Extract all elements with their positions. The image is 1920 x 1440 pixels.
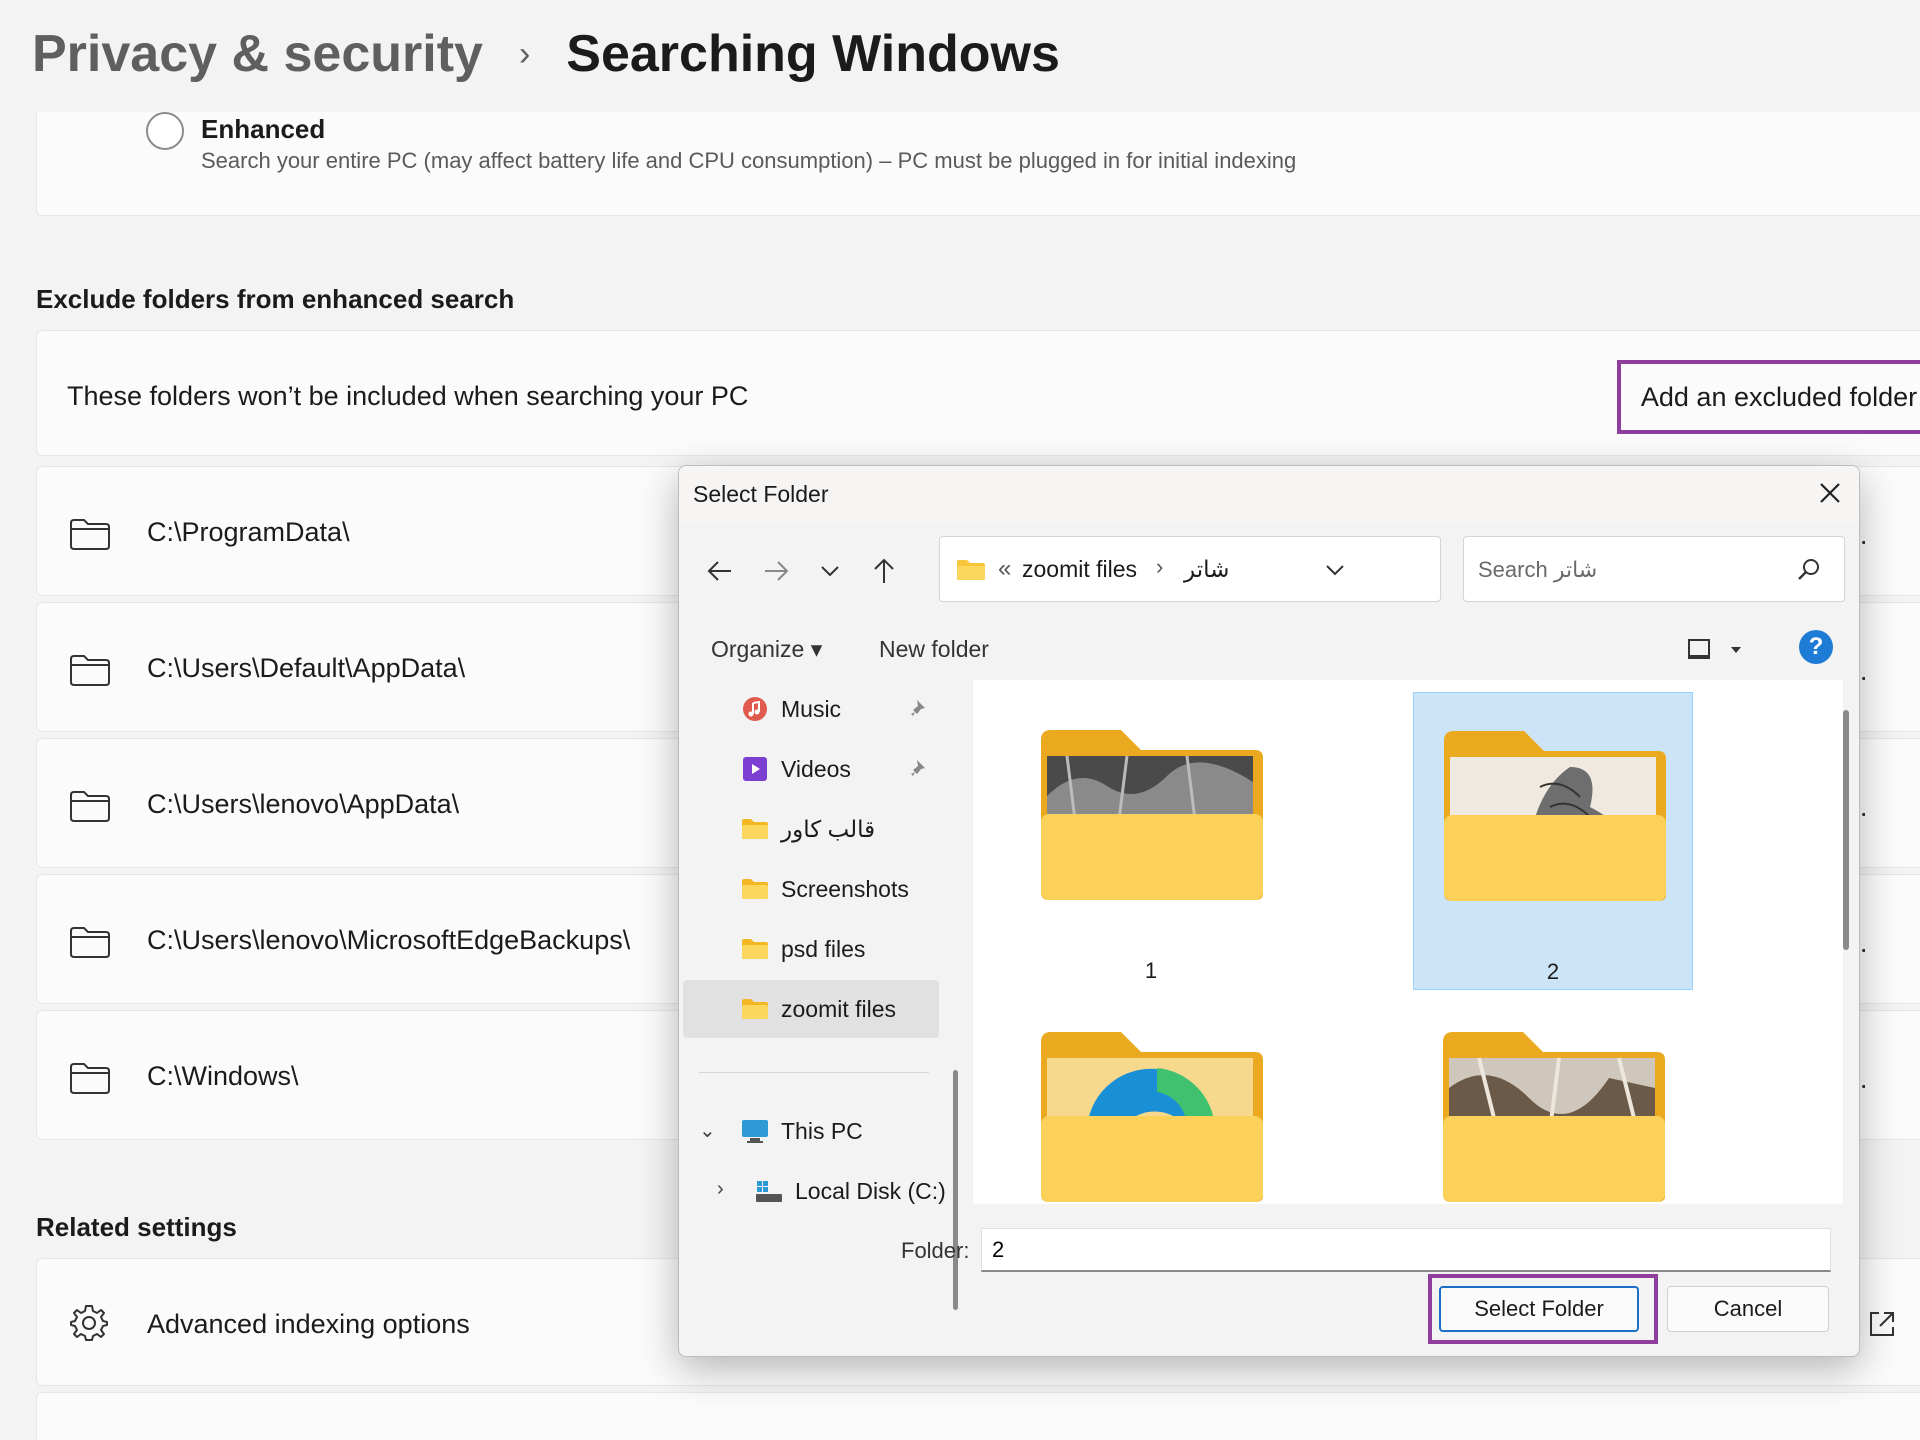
nav-item-label: Videos <box>781 756 851 782</box>
dialog-titlebar[interactable]: Select Folder <box>679 466 1859 522</box>
folder-outline-icon <box>70 1063 110 1094</box>
enhanced-description: Search your entire PC (may affect batter… <box>201 148 1297 173</box>
excluded-folder-path: C:\ProgramData\ <box>147 517 350 547</box>
enhanced-radio[interactable] <box>146 112 184 150</box>
nav-item-label: zoomit files <box>781 996 897 1022</box>
folder-tile-label: 1 <box>1144 958 1158 983</box>
enhanced-title: Enhanced <box>201 114 326 144</box>
nav-item-zoomit-files[interactable]: zoomit files <box>683 980 939 1038</box>
forward-arrow-icon[interactable] <box>761 556 791 586</box>
exclude-description: These folders won’t be included when sea… <box>67 381 749 411</box>
nav-item-label: قالب کاور <box>781 816 876 842</box>
folder-thumbnail-icon <box>1041 730 1263 900</box>
folder-outline-icon <box>70 655 110 686</box>
folder-tile-selected[interactable]: 2 <box>1413 692 1693 990</box>
folder-icon <box>742 819 768 839</box>
pin-icon[interactable] <box>909 698 929 718</box>
folder-tile-label: 2 <box>1546 959 1560 984</box>
cancel-button[interactable]: Cancel <box>1667 1286 1829 1332</box>
folder-thumbnail-icon <box>1444 731 1666 901</box>
chevron-down-icon[interactable] <box>1322 557 1348 583</box>
exclude-folders-card: These folders won’t be included when sea… <box>36 330 1920 456</box>
address-separator[interactable]: › <box>1156 554 1163 580</box>
folder-name-input[interactable] <box>981 1228 1831 1272</box>
nav-item-label: psd files <box>781 936 866 962</box>
folder-thumbnail-icon <box>1443 1032 1665 1202</box>
breadcrumb: Privacy & security › Searching Windows <box>32 24 1060 84</box>
folder-thumbnail-icon <box>1041 1032 1263 1202</box>
back-arrow-icon[interactable] <box>705 556 735 586</box>
address-segment[interactable]: شاتر <box>1184 556 1229 583</box>
folder-outline-icon <box>70 519 110 550</box>
more-options-icon[interactable]: · <box>1859 797 1868 829</box>
nav-item-music[interactable]: Music <box>683 680 939 738</box>
select-folder-dialog: Select Folder « zoomit files › شاتر Sear… <box>678 465 1860 1357</box>
folder-icon <box>742 939 768 959</box>
add-excluded-folder-button[interactable]: Add an excluded folder <box>1617 360 1920 434</box>
help-icon[interactable]: ? <box>1799 630 1833 664</box>
nav-item-this-pc[interactable]: ⌄ This PC <box>683 1102 939 1160</box>
nav-item-local-disk[interactable]: › Local Disk (C:) <box>683 1162 946 1220</box>
breadcrumb-parent[interactable]: Privacy & security <box>32 24 483 84</box>
chevron-down-icon[interactable]: ⌄ <box>699 1118 716 1143</box>
up-arrow-icon[interactable] <box>869 556 899 586</box>
exclude-section-title: Exclude folders from enhanced search <box>36 284 515 314</box>
search-icon <box>1798 559 1819 580</box>
related-section-title: Related settings <box>36 1212 237 1242</box>
pin-icon[interactable] <box>909 758 929 778</box>
folder-icon <box>957 560 985 580</box>
nav-item-videos[interactable]: Videos <box>683 740 939 798</box>
close-icon[interactable] <box>1817 480 1843 506</box>
address-overflow[interactable]: « <box>998 555 1011 583</box>
external-link-icon <box>1870 1312 1894 1336</box>
view-options-icon[interactable] <box>1687 636 1747 662</box>
excluded-folder-path: C:\Users\lenovo\MicrosoftEdgeBackups\ <box>147 925 631 955</box>
search-input[interactable]: Search شاتر <box>1463 536 1845 602</box>
excluded-folder-path: C:\Users\lenovo\AppData\ <box>147 789 460 819</box>
nav-item-label: Screenshots <box>781 876 909 902</box>
folder-content-pane: 1 2 <box>973 680 1843 1204</box>
more-options-icon[interactable]: · <box>1859 525 1868 557</box>
more-options-icon[interactable]: · <box>1859 933 1868 965</box>
computer-icon <box>742 1120 768 1143</box>
new-folder-button[interactable]: New folder <box>879 636 989 663</box>
chevron-down-icon[interactable] <box>815 556 845 586</box>
music-icon <box>743 697 767 721</box>
more-options-icon[interactable]: · <box>1859 661 1868 693</box>
nav-item-label: This PC <box>781 1118 863 1144</box>
folder-outline-icon <box>70 927 110 958</box>
nav-scrollbar[interactable] <box>953 1070 958 1310</box>
nav-item-label: Music <box>781 696 842 722</box>
folder-tile[interactable]: 1 <box>1011 692 1291 990</box>
chevron-right-icon[interactable]: › <box>717 1178 724 1201</box>
nav-divider <box>699 1072 929 1073</box>
navigation-pane: Music Videos قالب کاور Screenshots psd f… <box>679 680 971 1310</box>
content-scrollbar[interactable] <box>1843 710 1849 950</box>
advanced-indexing-label: Advanced indexing options <box>147 1309 470 1339</box>
breadcrumb-chevron-icon: › <box>518 34 531 73</box>
nav-item-psd-files[interactable]: psd files <box>683 920 939 978</box>
folder-icon <box>742 879 768 899</box>
folder-icon <box>742 999 768 1019</box>
enhanced-option-card: Enhanced Search your entire PC (may affe… <box>36 112 1920 216</box>
nav-item-label: Local Disk (C:) <box>795 1178 946 1204</box>
page-title: Searching Windows <box>566 25 1060 83</box>
search-placeholder: Search شاتر <box>1478 557 1598 582</box>
folder-outline-icon <box>70 791 110 822</box>
address-segment[interactable]: zoomit files <box>1022 556 1137 583</box>
videos-icon <box>743 757 767 781</box>
more-options-icon[interactable]: · <box>1859 1069 1868 1101</box>
address-bar[interactable]: « zoomit files › شاتر <box>939 536 1695 602</box>
drive-icon <box>756 1181 782 1202</box>
gear-icon <box>70 1305 108 1341</box>
related-setting-row[interactable] <box>36 1392 1920 1440</box>
excluded-folder-path: C:\Users\Default\AppData\ <box>147 653 466 683</box>
nav-item-screenshots[interactable]: Screenshots <box>683 860 939 918</box>
dialog-title: Select Folder <box>693 481 829 507</box>
folder-field-label: Folder: <box>901 1238 970 1263</box>
organize-menu-button[interactable]: Organize ▾ <box>711 636 822 663</box>
select-folder-button[interactable]: Select Folder <box>1439 1286 1639 1332</box>
excluded-folder-path: C:\Windows\ <box>147 1061 299 1091</box>
nav-item-folder[interactable]: قالب کاور <box>683 800 939 858</box>
